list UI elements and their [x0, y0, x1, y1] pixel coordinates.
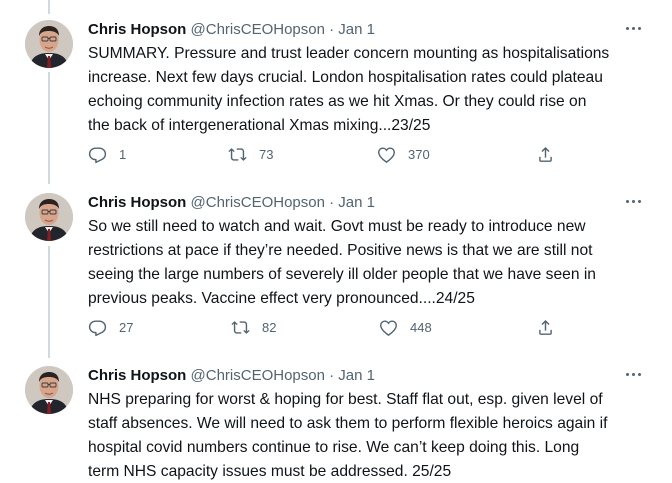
author-handle[interactable]: @ChrisCEOHopson: [191, 194, 325, 211]
tweet-header: Chris Hopson @ChrisCEOHopson · Jan 1: [88, 20, 375, 40]
share-button[interactable]: [536, 315, 555, 339]
tweet-header: Chris Hopson @ChrisCEOHopson · Jan 1: [88, 193, 375, 213]
tweet-header: Chris Hopson @ChrisCEOHopson · Jan 1: [88, 366, 375, 386]
more-icon[interactable]: [622, 364, 644, 384]
like-button[interactable]: 448: [379, 315, 432, 339]
reply-count: 1: [119, 146, 127, 162]
tweet-actions: 27 82 448: [88, 315, 558, 339]
reply-icon: [88, 319, 107, 336]
retweet-count: 73: [259, 146, 274, 162]
tweet-actions: 1 73 370: [88, 142, 558, 166]
author-handle[interactable]: @ChrisCEOHopson: [191, 21, 325, 38]
retweet-button[interactable]: 73: [228, 142, 273, 166]
reply-button[interactable]: 27: [88, 315, 133, 339]
author-name[interactable]: Chris Hopson: [88, 21, 186, 38]
tweet-text: So we still need to watch and wait. Govt…: [88, 218, 596, 307]
like-count: 448: [410, 319, 432, 335]
retweet-count: 82: [262, 319, 277, 335]
author-handle[interactable]: @ChrisCEOHopson: [191, 367, 325, 384]
heart-icon: [378, 146, 395, 163]
avatar[interactable]: [25, 193, 73, 241]
separator: ·: [329, 367, 335, 384]
author-name[interactable]: Chris Hopson: [88, 194, 186, 211]
retweet-icon: [228, 147, 247, 161]
share-icon: [539, 146, 552, 162]
reply-icon: [88, 146, 107, 163]
heart-icon: [380, 319, 397, 336]
thread-line: [48, 0, 50, 14]
separator: ·: [329, 194, 335, 211]
retweet-icon: [231, 320, 250, 334]
author-name[interactable]: Chris Hopson: [88, 367, 186, 384]
tweet[interactable]: Chris Hopson @ChrisCEOHopson · Jan 1 SUM…: [0, 20, 672, 180]
tweet-text: NHS preparing for worst & hoping for bes…: [88, 391, 608, 480]
share-button[interactable]: [536, 142, 555, 166]
tweet-date[interactable]: Jan 1: [338, 367, 375, 384]
tweet[interactable]: Chris Hopson @ChrisCEOHopson · Jan 1 So …: [0, 193, 672, 353]
share-icon: [539, 319, 552, 335]
avatar[interactable]: [25, 366, 73, 414]
more-icon[interactable]: [622, 191, 644, 211]
tweet-date[interactable]: Jan 1: [338, 21, 375, 38]
avatar[interactable]: [25, 20, 73, 68]
tweet-text: SUMMARY. Pressure and trust leader conce…: [88, 45, 610, 134]
tweet-date[interactable]: Jan 1: [338, 194, 375, 211]
tweet[interactable]: Chris Hopson @ChrisCEOHopson · Jan 1 NHS…: [0, 366, 672, 483]
reply-count: 27: [119, 319, 134, 335]
separator: ·: [329, 21, 335, 38]
like-count: 370: [408, 146, 430, 162]
like-button[interactable]: 370: [377, 142, 430, 166]
more-icon[interactable]: [622, 18, 644, 38]
retweet-button[interactable]: 82: [231, 315, 276, 339]
reply-button[interactable]: 1: [88, 142, 126, 166]
